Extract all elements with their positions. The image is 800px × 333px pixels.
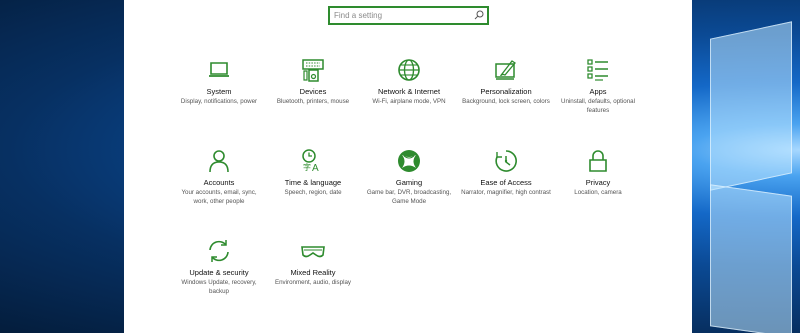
- lock-icon: [585, 148, 611, 174]
- tile-description: Speech, region, date: [284, 189, 342, 196]
- tile-update-security[interactable]: Update & security Windows Update, recove…: [174, 238, 264, 296]
- search-box[interactable]: [328, 6, 489, 25]
- search-input[interactable]: [330, 8, 474, 23]
- tile-title: System: [206, 87, 232, 96]
- tile-description: Wi-Fi, airplane mode, VPN: [372, 98, 446, 105]
- tile-description: Bluetooth, printers, mouse: [276, 98, 350, 105]
- globe-icon: [396, 57, 422, 83]
- person-icon: [206, 148, 232, 174]
- headset-icon: [300, 238, 326, 264]
- tile-description: Uninstall, defaults, optional features: [561, 98, 635, 114]
- tile-accounts[interactable]: Accounts Your accounts, email, sync, wor…: [174, 148, 264, 206]
- svg-text:A: A: [312, 163, 319, 174]
- tile-title: Gaming: [395, 178, 423, 187]
- settings-panel: System Display, notifications, power Dev…: [124, 0, 692, 333]
- tile-description: Windows Update, recovery, backup: [181, 279, 257, 295]
- time-language-icon: A 字: [300, 148, 319, 174]
- keyboard-speaker-icon: [300, 57, 326, 83]
- search-icon[interactable]: [473, 9, 485, 21]
- tile-network[interactable]: Network & Internet Wi-Fi, airplane mode,…: [364, 57, 454, 107]
- tile-title: Apps: [589, 87, 607, 96]
- tile-title: Devices: [299, 87, 327, 96]
- tile-title: Personalization: [480, 87, 532, 96]
- desktop-window-logo: [690, 0, 800, 333]
- tile-ease-of-access[interactable]: Ease of Access Narrator, magnifier, high…: [461, 148, 551, 198]
- paint-monitor-icon: [493, 57, 519, 83]
- tile-title: Accounts: [203, 178, 235, 187]
- tile-title: Ease of Access: [480, 178, 532, 187]
- tile-title: Privacy: [585, 178, 611, 187]
- tile-description: Environment, audio, display: [274, 279, 351, 286]
- tile-title: Network & Internet: [377, 87, 441, 96]
- svg-text:字: 字: [303, 162, 311, 172]
- tile-title: Update & security: [189, 268, 249, 277]
- sync-arrows-icon: [206, 238, 232, 264]
- apps-list-icon: [585, 57, 611, 83]
- tile-description: Game bar, DVR, broadcasting, Game Mode: [366, 189, 452, 205]
- tile-gaming[interactable]: Gaming Game bar, DVR, broadcasting, Game…: [364, 148, 454, 206]
- tile-description: Display, notifications, power: [180, 98, 258, 105]
- tile-description: Location, camera: [574, 189, 622, 196]
- tile-system[interactable]: System Display, notifications, power: [174, 57, 264, 107]
- tile-time-language[interactable]: A 字 Time & language Speech, region, date: [268, 148, 358, 198]
- tile-title: Time & language: [284, 178, 342, 187]
- laptop-icon: [206, 57, 232, 83]
- tile-devices[interactable]: Devices Bluetooth, printers, mouse: [268, 57, 358, 107]
- tile-mixed-reality[interactable]: Mixed Reality Environment, audio, displa…: [268, 238, 358, 288]
- tile-title: Mixed Reality: [290, 268, 336, 277]
- tile-description: Narrator, magnifier, high contrast: [461, 189, 551, 196]
- ease-of-access-icon: [493, 148, 519, 174]
- xbox-icon: [398, 150, 420, 172]
- tile-apps[interactable]: Apps Uninstall, defaults, optional featu…: [553, 57, 643, 115]
- tile-description: Your accounts, email, sync, work, other …: [181, 189, 257, 205]
- tile-description: Background, lock screen, colors: [462, 98, 550, 105]
- tile-privacy[interactable]: Privacy Location, camera: [553, 148, 643, 198]
- tile-personalization[interactable]: Personalization Background, lock screen,…: [461, 57, 551, 107]
